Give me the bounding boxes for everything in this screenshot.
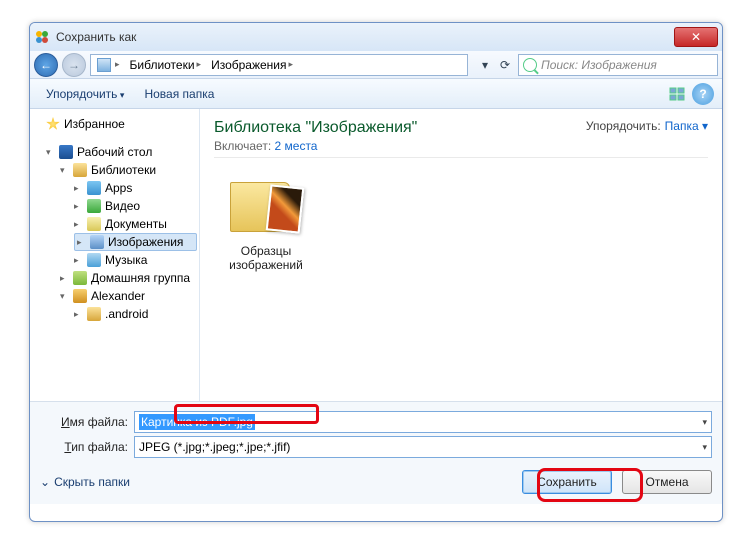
save-button[interactable]: Сохранить <box>522 470 612 494</box>
folder-icon <box>87 307 101 321</box>
help-button[interactable]: ? <box>692 83 714 105</box>
folder-label: Образцы изображений <box>218 244 314 273</box>
filetype-field: Тип файла: JPEG (*.jpg;*.jpeg;*.jpe;*.jf… <box>40 436 712 458</box>
breadcrumb-libraries[interactable]: Библиотеки▸ <box>128 58 208 72</box>
apps-icon <box>87 181 101 195</box>
tree-documents[interactable]: ▸Документы <box>74 215 197 233</box>
arrange-by: Упорядочить: Папка ▾ <box>586 119 708 133</box>
folder-tree[interactable]: Избранное ▾Рабочий стол ▾Библиотеки ▸App… <box>30 109 200 401</box>
cancel-button[interactable]: Отмена <box>622 470 712 494</box>
documents-icon <box>87 217 101 231</box>
filename-field: Имя файла: Картинка из PDF.jpg ▾ <box>40 411 712 433</box>
refresh-button[interactable]: ⟳ <box>496 56 514 74</box>
tree-homegroup[interactable]: ▸Домашняя группа <box>60 269 197 287</box>
main-pane: Избранное ▾Рабочий стол ▾Библиотеки ▸App… <box>30 109 722 401</box>
caret-icon[interactable]: ▸ <box>74 219 83 230</box>
history-dropdown[interactable]: ▾ <box>476 56 494 74</box>
breadcrumb-images[interactable]: Изображения▸ <box>209 58 299 72</box>
tree-desktop[interactable]: ▾Рабочий стол <box>46 143 197 161</box>
view-mode-button[interactable] <box>666 83 688 105</box>
app-icon <box>34 29 50 45</box>
filetype-label: Тип файла: <box>40 440 128 454</box>
nav-back-button[interactable]: ← <box>34 53 58 77</box>
organize-menu[interactable]: Упорядочить <box>38 85 132 103</box>
video-icon <box>87 199 101 213</box>
filetype-select[interactable]: JPEG (*.jpg;*.jpeg;*.jpe;*.jfif) ▾ <box>134 436 712 458</box>
caret-icon[interactable]: ▾ <box>46 147 55 158</box>
dropdown-arrow-icon[interactable]: ▾ <box>702 417 707 428</box>
tree-favorites[interactable]: Избранное <box>46 115 197 133</box>
folder-item-samples[interactable]: Образцы изображений <box>218 176 314 273</box>
library-title: Библиотека "Изображения" <box>214 119 417 137</box>
content-area[interactable]: Библиотека "Изображения" Включает: 2 мес… <box>200 109 722 401</box>
tree-android[interactable]: ▸.android <box>74 305 197 323</box>
images-icon <box>90 235 104 249</box>
dialog-bottom: Имя файла: Картинка из PDF.jpg ▾ Тип фай… <box>30 401 722 504</box>
close-button[interactable]: ✕ <box>674 27 718 47</box>
window-title: Сохранить как <box>56 30 674 44</box>
titlebar[interactable]: Сохранить как ✕ <box>30 23 722 51</box>
breadcrumb-root[interactable]: ▸ <box>95 58 126 72</box>
caret-icon[interactable]: ▾ <box>60 291 69 302</box>
user-icon <box>73 289 87 303</box>
music-icon <box>87 253 101 267</box>
computer-icon <box>97 58 111 72</box>
button-row: ⌄ Скрыть папки Сохранить Отмена <box>40 470 712 494</box>
tree-music[interactable]: ▸Музыка <box>74 251 197 269</box>
caret-icon[interactable]: ▸ <box>74 255 83 266</box>
desktop-icon <box>59 145 73 159</box>
tree-video[interactable]: ▸Видео <box>74 197 197 215</box>
tree-apps[interactable]: ▸Apps <box>74 179 197 197</box>
breadcrumb-tools: ▾ ⟳ <box>476 56 514 74</box>
includes-link[interactable]: 2 места <box>275 139 318 153</box>
breadcrumb[interactable]: ▸ Библиотеки▸ Изображения▸ <box>90 54 468 76</box>
caret-icon[interactable]: ▸ <box>60 273 69 284</box>
star-icon <box>46 117 60 131</box>
library-includes: Включает: 2 места <box>214 139 417 153</box>
caret-icon[interactable]: ▸ <box>74 309 83 320</box>
dropdown-arrow-icon[interactable]: ▾ <box>702 442 707 453</box>
homegroup-icon <box>73 271 87 285</box>
save-as-dialog: Сохранить как ✕ ← → ▸ Библиотеки▸ Изобра… <box>29 22 723 522</box>
hide-folders-toggle[interactable]: ⌄ Скрыть папки <box>40 475 130 489</box>
filename-input[interactable]: Картинка из PDF.jpg ▾ <box>134 411 712 433</box>
new-folder-button[interactable]: Новая папка <box>144 87 214 101</box>
filename-label: Имя файла: <box>40 415 128 429</box>
caret-icon[interactable]: ▸ <box>74 201 83 212</box>
tree-libraries[interactable]: ▾Библиотеки <box>60 161 197 179</box>
chevron-down-icon: ⌄ <box>40 475 50 489</box>
search-placeholder: Поиск: Изображения <box>541 58 657 72</box>
libraries-icon <box>73 163 87 177</box>
search-input[interactable]: Поиск: Изображения <box>518 54 718 76</box>
search-icon <box>523 58 537 72</box>
arrange-dropdown[interactable]: Папка ▾ <box>665 119 708 133</box>
caret-icon[interactable]: ▾ <box>60 165 69 176</box>
nav-bar: ← → ▸ Библиотеки▸ Изображения▸ ▾ ⟳ Поиск… <box>30 51 722 79</box>
tree-user[interactable]: ▾Alexander <box>60 287 197 305</box>
folder-thumbnail <box>230 176 302 238</box>
tree-images[interactable]: ▸Изображения <box>74 233 197 251</box>
toolbar: Упорядочить Новая папка ? <box>30 79 722 109</box>
caret-icon[interactable]: ▸ <box>74 183 83 194</box>
nav-forward-button[interactable]: → <box>62 53 86 77</box>
caret-icon[interactable]: ▸ <box>77 237 86 248</box>
